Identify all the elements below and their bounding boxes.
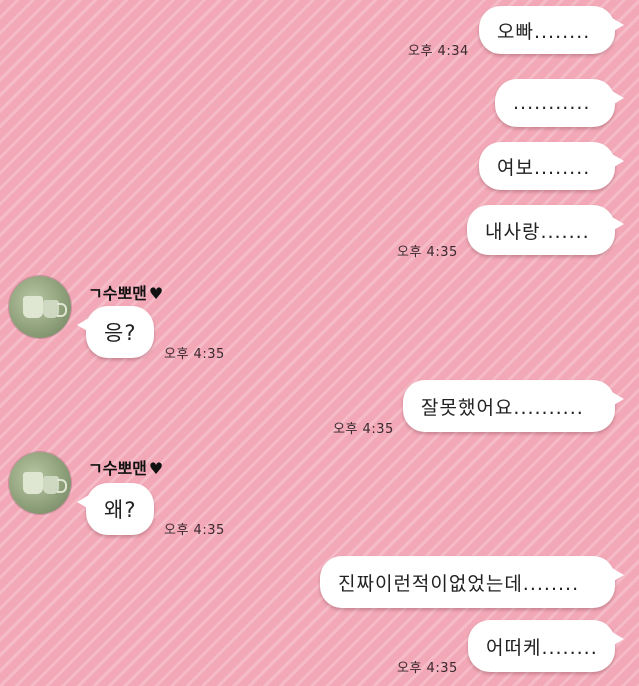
message-timestamp: 오후 4:35 bbox=[333, 422, 394, 437]
message-timestamp: 오후 4:35 bbox=[397, 661, 458, 676]
message-bubble-mine[interactable]: 어떠케........ bbox=[468, 620, 624, 672]
message-text: 잘못했어요.......... bbox=[421, 396, 584, 419]
message-bubble-mine[interactable]: 내사랑....... bbox=[467, 205, 624, 255]
message-text: ........... bbox=[513, 92, 591, 114]
message-bubble-theirs[interactable]: 왜? bbox=[77, 483, 154, 535]
heart-icon: ♥ bbox=[148, 459, 164, 478]
message-bubble-mine[interactable]: ........... bbox=[495, 79, 624, 127]
message-text: 여보........ bbox=[497, 156, 591, 179]
message-bubble-mine[interactable]: 여보........ bbox=[479, 142, 624, 190]
message-text: 내사랑....... bbox=[485, 220, 590, 243]
message-timestamp: 오후 4:35 bbox=[164, 523, 225, 538]
contact-name-text: ㄱ수뽀맨 bbox=[88, 284, 147, 303]
message-timestamp: 오후 4:34 bbox=[408, 44, 469, 59]
contact-name: ㄱ수뽀맨 ♥ bbox=[88, 280, 163, 304]
message-text: 오빠........ bbox=[497, 20, 591, 43]
message-bubble-mine[interactable]: 오빠........ bbox=[479, 6, 624, 54]
message-bubble-theirs[interactable]: 응? bbox=[77, 306, 154, 358]
message-text: 진짜이런적이없었는데........ bbox=[338, 572, 580, 595]
heart-icon: ♥ bbox=[148, 284, 164, 303]
message-timestamp: 오후 4:35 bbox=[164, 347, 225, 362]
message-timestamp: 오후 4:35 bbox=[397, 245, 458, 260]
contact-name: ㄱ수뽀맨 ♥ bbox=[88, 455, 163, 479]
message-bubble-mine[interactable]: 잘못했어요.......... bbox=[403, 380, 624, 432]
message-bubble-mine[interactable]: 진짜이런적이없었는데........ bbox=[320, 556, 624, 608]
message-text: 어떠케........ bbox=[486, 636, 598, 659]
contact-avatar[interactable] bbox=[9, 452, 71, 514]
contact-name-text: ㄱ수뽀맨 bbox=[88, 459, 147, 478]
message-text: 응? bbox=[104, 321, 137, 345]
message-text: 왜? bbox=[104, 498, 137, 522]
contact-avatar[interactable] bbox=[9, 276, 71, 338]
